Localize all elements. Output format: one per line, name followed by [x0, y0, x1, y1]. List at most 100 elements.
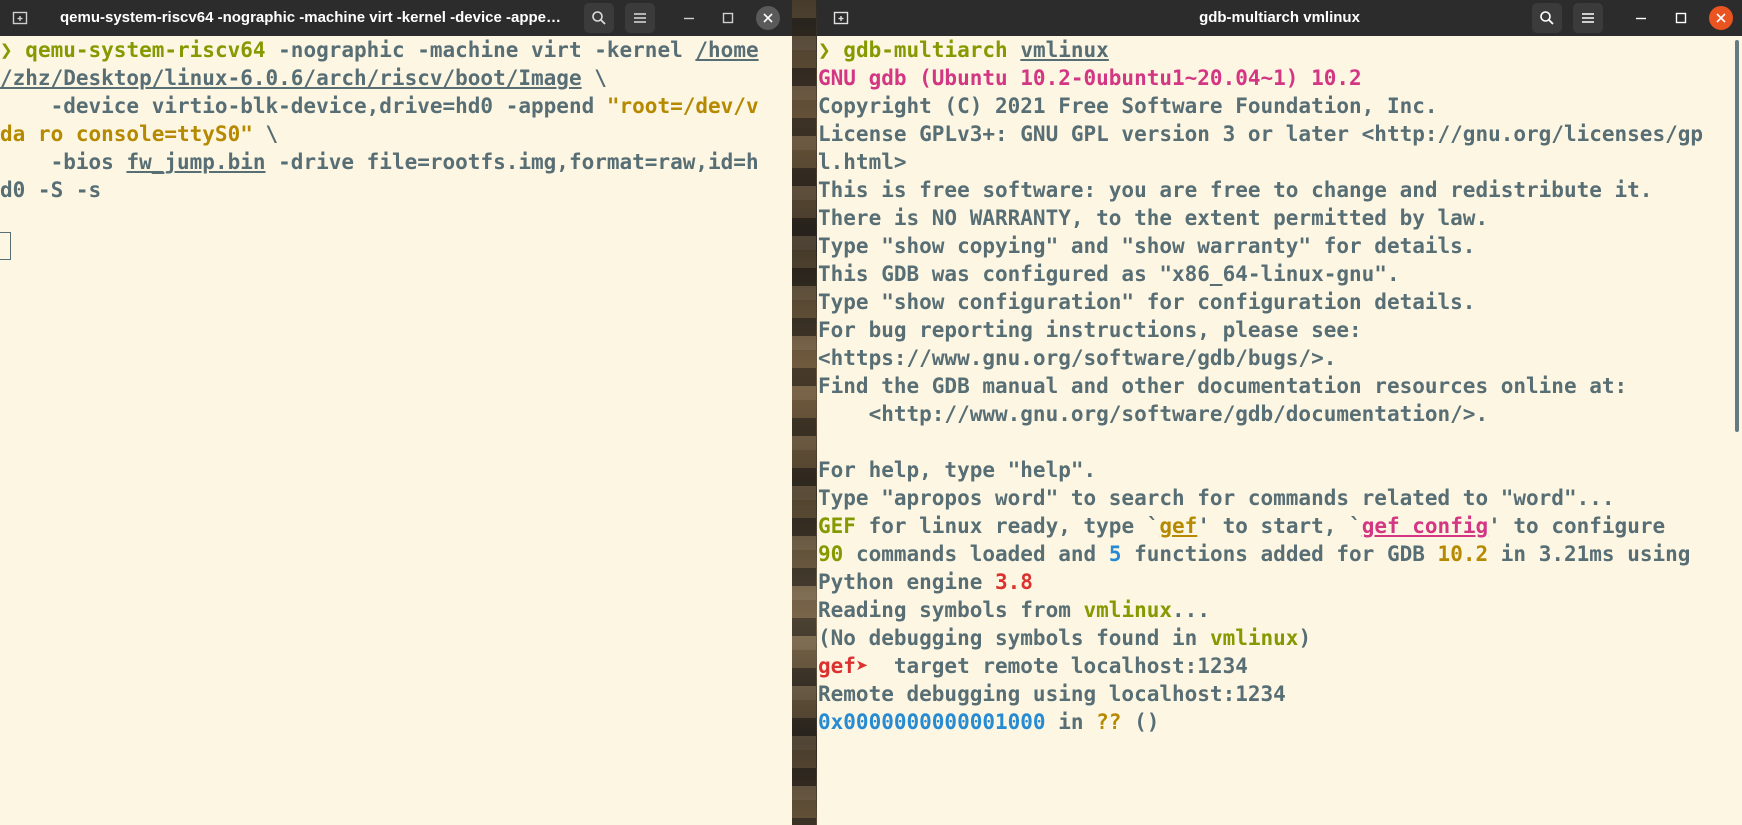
terminal-text: -device virtio-blk-device,drive=hd0 -app… — [0, 94, 607, 118]
terminal-text: GNU gdb (Ubuntu 10.2-0ubuntu1~20.04~1) 1… — [818, 66, 1362, 90]
terminal-text: ' to configure — [1488, 514, 1666, 538]
terminal-text: There is NO WARRANTY, to the extent perm… — [818, 206, 1489, 230]
terminal-text: 5 — [1108, 542, 1122, 566]
terminal-text: 10.2 — [1437, 542, 1489, 566]
terminal-text: -bios — [0, 150, 127, 174]
minimize-button[interactable] — [677, 6, 701, 30]
terminal-text: vmlinux — [1083, 598, 1173, 622]
terminal-line: Type "apropos word" to search for comman… — [818, 484, 1742, 512]
search-button[interactable] — [584, 3, 614, 33]
terminal-line: gef➤ target remote localhost:1234 — [818, 652, 1742, 680]
terminal-line: Reading symbols from vmlinux... — [818, 596, 1742, 624]
menu-button[interactable] — [1573, 3, 1603, 33]
terminal-window-gdb[interactable]: gdb-multiarch vmlinux ❯ gdb-multiarch vm… — [817, 0, 1742, 825]
terminal-text: ' to start, ` — [1197, 514, 1362, 538]
terminal-output[interactable]: ❯ gdb-multiarch vmlinux GNU gdb (Ubuntu 1… — [817, 36, 1742, 825]
terminal-line: License GPLv3+: GNU GPL version 3 or lat… — [818, 120, 1742, 148]
terminal-text: /home — [695, 38, 759, 62]
terminal-line: d0 -S -s — [0, 176, 792, 204]
terminal-text: GEF — [818, 514, 856, 538]
terminal-line: l.html> — [818, 148, 1742, 176]
terminal-line: <https://www.gnu.org/software/gdb/bugs/>… — [818, 344, 1742, 372]
terminal-text: ... — [1172, 598, 1210, 622]
desktop-wallpaper-strip — [792, 0, 816, 825]
terminal-line: -device virtio-blk-device,drive=hd0 -app… — [0, 92, 792, 120]
terminal-text: Find the GDB manual and other documentat… — [818, 374, 1628, 398]
terminal-text: functions added for GDB — [1121, 542, 1438, 566]
terminal-text: For bug reporting instructions, please s… — [818, 318, 1362, 342]
maximize-button[interactable] — [716, 6, 740, 30]
terminal-text: Type "show copying" and "show warranty" … — [818, 234, 1476, 258]
terminal-line: Find the GDB manual and other documentat… — [818, 372, 1742, 400]
minimize-button[interactable] — [1629, 6, 1653, 30]
terminal-line — [0, 232, 792, 260]
minimize-icon — [684, 17, 694, 20]
scrollbar[interactable] — [1735, 40, 1739, 432]
terminal-line: 90 commands loaded and 5 functions added… — [818, 540, 1742, 568]
hamburger-menu-icon — [1582, 13, 1594, 23]
search-button[interactable] — [1532, 3, 1562, 33]
terminal-text: in — [1045, 710, 1097, 734]
maximize-button[interactable] — [1669, 6, 1693, 30]
terminal-text: () — [1121, 710, 1160, 734]
terminal-text: ) — [1298, 626, 1312, 650]
close-button[interactable] — [756, 6, 780, 30]
terminal-text: 0x0000000000001000 — [818, 710, 1046, 734]
terminal-line: 0x0000000000001000 in ?? () — [818, 708, 1742, 736]
terminal-line: This is free software: you are free to c… — [818, 176, 1742, 204]
terminal-text: in 3.21ms using — [1488, 542, 1691, 566]
terminal-text: l.html> — [818, 150, 907, 174]
terminal-line: /zhz/Desktop/linux-6.0.6/arch/riscv/boot… — [0, 64, 792, 92]
terminal-text: fw_jump.bin — [126, 150, 266, 174]
maximize-icon — [722, 12, 734, 24]
titlebar[interactable]: qemu-system-riscv64 -nographic -machine … — [0, 0, 792, 36]
terminal-text: target remote localhost:1234 — [881, 654, 1248, 678]
terminal-text: gef config — [1361, 514, 1489, 538]
terminal-cursor — [0, 232, 11, 260]
terminal-line: For help, type "help". — [818, 456, 1742, 484]
terminal-text: <https://www.gnu.org/software/gdb/bugs/>… — [818, 346, 1337, 370]
terminal-line: This GDB was configured as "x86_64-linux… — [818, 260, 1742, 288]
close-button[interactable] — [1709, 6, 1733, 30]
terminal-text: \ — [581, 66, 607, 90]
maximize-icon — [1675, 12, 1687, 24]
terminal-text: For help, type "help". — [818, 458, 1097, 482]
terminal-text: Type "apropos word" to search for comman… — [818, 486, 1615, 510]
new-tab-button[interactable] — [8, 6, 32, 30]
terminal-text: (No debugging symbols found in — [818, 626, 1210, 650]
terminal-text: ❯ — [818, 38, 844, 62]
new-tab-button[interactable] — [829, 6, 853, 30]
terminal-text: gef➤ — [818, 654, 882, 678]
terminal-line: GEF for linux ready, type `gef' to start… — [818, 512, 1742, 540]
terminal-line: Python engine 3.8 — [818, 568, 1742, 596]
terminal-text: Python engine — [818, 570, 996, 594]
window-title: qemu-system-riscv64 -nographic -machine … — [60, 9, 565, 26]
minimize-icon — [1636, 17, 1646, 20]
terminal-text: commands loaded and — [843, 542, 1109, 566]
new-tab-icon — [12, 11, 28, 25]
window-title: gdb-multiarch vmlinux — [1199, 9, 1360, 26]
terminal-output[interactable]: ❯ qemu-system-riscv64 -nographic -machin… — [0, 36, 792, 825]
terminal-text: <http://www.gnu.org/software/gdb/documen… — [818, 402, 1489, 426]
terminal-text: ?? — [1096, 710, 1122, 734]
terminal-text: License GPLv3+: GNU GPL version 3 or lat… — [818, 122, 1704, 146]
terminal-line: Type "show configuration" for configurat… — [818, 288, 1742, 316]
terminal-text: -drive file=rootfs.img,format=raw,id=h — [265, 150, 759, 174]
terminal-text: vmlinux — [1209, 626, 1299, 650]
close-icon — [1716, 13, 1726, 23]
terminal-text: gdb-multiarch — [843, 38, 1008, 62]
titlebar[interactable]: gdb-multiarch vmlinux — [817, 0, 1742, 36]
terminal-line: da ro console=ttyS0" \ — [0, 120, 792, 148]
terminal-line: There is NO WARRANTY, to the extent perm… — [818, 204, 1742, 232]
terminal-text: d0 -S -s — [0, 178, 102, 202]
terminal-window-qemu[interactable]: qemu-system-riscv64 -nographic -machine … — [0, 0, 792, 825]
terminal-line: Remote debugging using localhost:1234 — [818, 680, 1742, 708]
terminal-text: vmlinux — [1020, 38, 1109, 62]
menu-button[interactable] — [625, 3, 655, 33]
search-icon — [1540, 11, 1554, 25]
terminal-text: ❯ — [0, 38, 26, 62]
terminal-text: for linux ready, type ` — [855, 514, 1160, 538]
